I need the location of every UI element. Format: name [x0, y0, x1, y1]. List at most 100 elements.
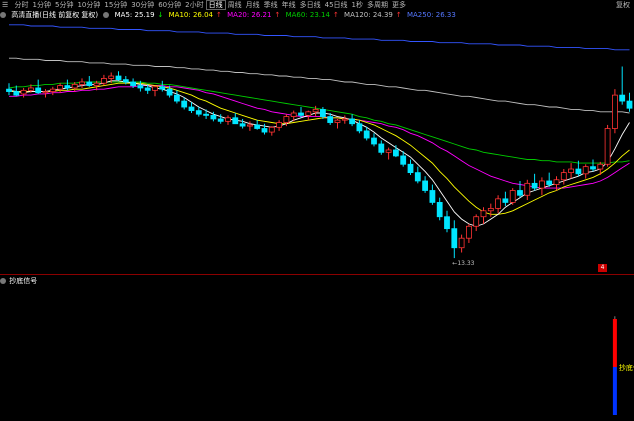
candle-body — [480, 210, 487, 218]
candle-body — [341, 118, 348, 121]
candle-body — [6, 88, 12, 92]
candle-body — [173, 94, 180, 102]
candle-body — [590, 166, 596, 170]
candle-body — [524, 182, 531, 196]
ma60-line — [8, 81, 630, 164]
candle-body — [93, 82, 100, 86]
candle-body — [130, 81, 137, 86]
candle-body — [444, 216, 450, 230]
candle-body — [108, 75, 115, 79]
candle-body — [101, 78, 107, 84]
candle-body — [283, 116, 290, 123]
candle-body — [553, 179, 560, 185]
candle-body — [312, 109, 319, 113]
candle-body — [582, 166, 589, 175]
candle-body — [451, 228, 458, 249]
ma10-line — [9, 82, 630, 215]
candle-body — [188, 106, 195, 112]
candle-body — [458, 237, 465, 249]
candle-body — [334, 119, 341, 123]
candle-body — [407, 163, 414, 174]
candle-body — [327, 116, 334, 123]
candle-body — [246, 124, 253, 127]
sub-chart-header: 抄底信号 — [0, 277, 37, 286]
candle-body — [371, 137, 377, 145]
candle-body — [276, 122, 283, 128]
candle-body — [20, 89, 27, 95]
candle-body — [436, 202, 443, 218]
sub-chart-title: 抄底信号 — [9, 277, 38, 285]
candle-body — [195, 110, 202, 115]
candle-body — [57, 85, 63, 90]
candle-body — [152, 86, 158, 91]
candle-body — [509, 190, 516, 203]
candle-body — [13, 91, 20, 96]
candle-body — [239, 123, 246, 127]
candle-body — [254, 124, 261, 129]
candle-body — [502, 198, 509, 203]
ma20-line — [9, 85, 630, 189]
candle-body — [71, 83, 78, 89]
candle-body — [363, 130, 370, 139]
panel-divider[interactable] — [0, 274, 634, 275]
ma5-line — [8, 80, 630, 227]
candle-body — [422, 180, 429, 191]
candle-body — [115, 75, 122, 81]
candle-body — [159, 86, 166, 90]
candle-body — [86, 81, 93, 86]
candle-body — [414, 172, 421, 182]
candle-body — [232, 117, 239, 125]
candle-body — [517, 190, 523, 196]
candle-body — [144, 87, 151, 91]
candle-body — [568, 168, 574, 174]
candle-body — [575, 168, 582, 175]
candle-body — [560, 172, 567, 181]
candle-body — [495, 198, 502, 209]
candle-body — [268, 126, 275, 133]
candle-body — [290, 112, 297, 117]
candle-body — [378, 143, 385, 153]
candle-body — [619, 94, 626, 102]
candle-body — [319, 109, 326, 117]
candle-body — [225, 117, 231, 122]
right-edge-marker[interactable]: 4 — [598, 264, 607, 272]
candle-body — [392, 149, 399, 157]
candle-body — [626, 100, 633, 109]
candle-body — [612, 94, 618, 129]
candle-body — [305, 111, 312, 116]
candle-body — [210, 114, 217, 120]
candle-body — [356, 123, 363, 132]
signal-blue-bar — [612, 367, 617, 415]
signal-label: 抄底信号 — [619, 363, 634, 372]
candle-body — [385, 149, 392, 153]
candle-body — [298, 112, 304, 116]
candle-body — [531, 182, 538, 189]
signal-red-bar — [612, 319, 617, 367]
candle-body — [487, 207, 494, 212]
candle-body — [604, 128, 611, 165]
candle-body — [181, 100, 188, 108]
candle-body — [42, 91, 49, 94]
candle-body — [349, 118, 356, 125]
ma250-line — [9, 24, 630, 51]
candle-body — [122, 79, 129, 83]
candle-body — [429, 190, 436, 203]
candle-body — [64, 85, 71, 89]
candle-body — [166, 88, 173, 96]
kline-chart[interactable]: ←13.33 抄底信号 — [0, 0, 634, 421]
candle-body — [203, 113, 210, 116]
candle-body — [261, 128, 268, 133]
candle-body — [217, 118, 224, 122]
candle-body — [35, 87, 42, 94]
candle-body — [597, 163, 604, 170]
candle-body — [27, 87, 34, 91]
settings-icon[interactable] — [0, 278, 6, 284]
candle-body — [49, 88, 56, 92]
candle-body — [473, 216, 480, 227]
candle-body — [79, 81, 85, 85]
candle-body — [465, 225, 472, 239]
candle-body — [539, 180, 545, 189]
candle-body — [546, 180, 553, 185]
candle-body — [137, 85, 144, 89]
low-price-label: ←13.33 — [452, 260, 474, 267]
